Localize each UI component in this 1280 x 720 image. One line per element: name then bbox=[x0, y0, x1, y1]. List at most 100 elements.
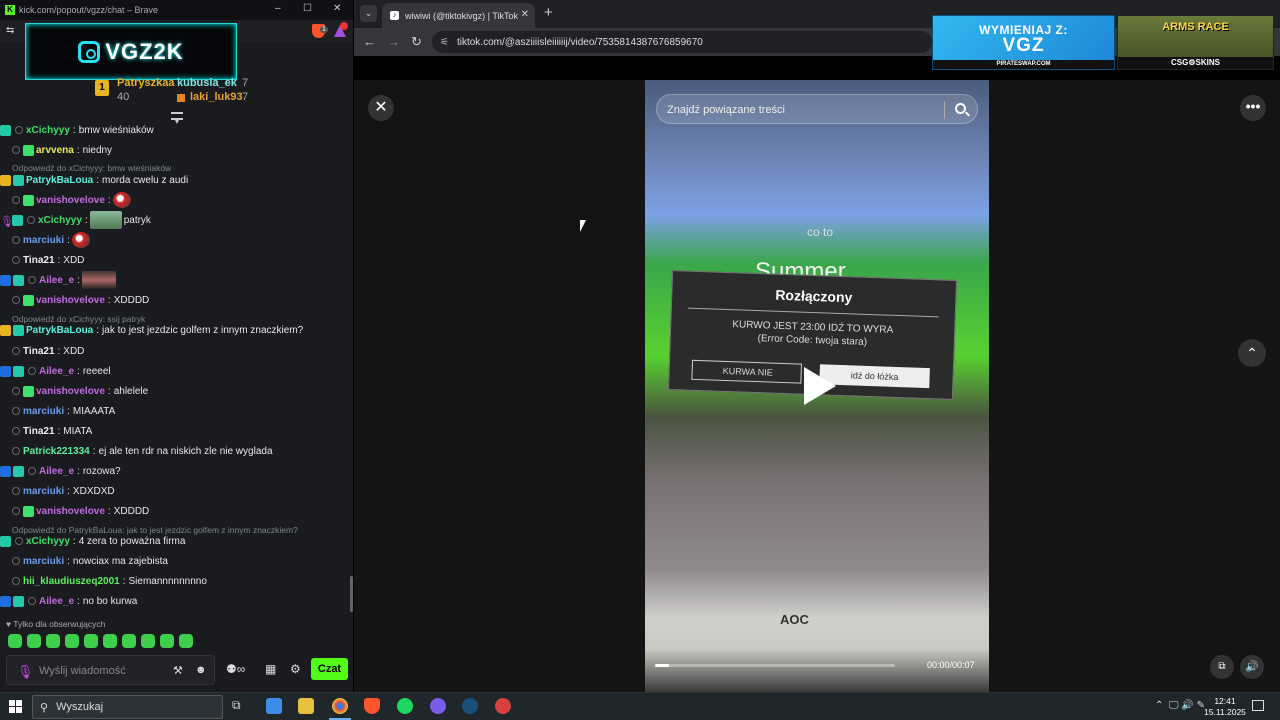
emote-icon[interactable] bbox=[84, 634, 98, 648]
chat-username[interactable]: PatrykBaLoua bbox=[26, 325, 93, 336]
chat-scrollbar[interactable] bbox=[350, 576, 353, 612]
emote-icon[interactable] bbox=[65, 634, 79, 648]
chat-username[interactable]: Patrick221334 bbox=[23, 446, 90, 457]
chat-message: marciuki: XDXDXD bbox=[0, 481, 350, 501]
reload-icon[interactable]: ↻ bbox=[411, 34, 422, 50]
minimize-button[interactable]: – bbox=[275, 3, 281, 14]
chat-username[interactable]: vanishovelove bbox=[36, 506, 105, 517]
file-explorer-icon[interactable] bbox=[298, 698, 314, 714]
emote-icon[interactable] bbox=[179, 634, 193, 648]
obs-icon[interactable] bbox=[495, 698, 511, 714]
emote-icon[interactable] bbox=[160, 634, 174, 648]
chat-username[interactable]: vanishovelove bbox=[36, 195, 105, 206]
subscriber-badge-icon bbox=[12, 487, 20, 495]
chat-username[interactable]: Tina21 bbox=[23, 346, 55, 357]
previous-video-button[interactable]: ⌃ bbox=[1238, 339, 1266, 367]
site-info-icon[interactable]: ⚟ bbox=[440, 37, 449, 48]
chrome-icon[interactable] bbox=[332, 698, 348, 714]
chat-username[interactable]: vanishovelove bbox=[36, 295, 105, 306]
chat-username[interactable]: marciuki bbox=[23, 486, 64, 497]
search-icon[interactable] bbox=[955, 103, 966, 114]
chat-username[interactable]: marciuki bbox=[23, 556, 64, 567]
chat-message: Tina21: XDD bbox=[0, 250, 350, 270]
subscriber-badge-icon bbox=[12, 256, 20, 264]
picture-in-picture-button[interactable]: ⧉ bbox=[1210, 655, 1234, 679]
close-video-button[interactable]: ✕ bbox=[368, 95, 394, 121]
chat-message: Ailee_e: rozowa? bbox=[0, 461, 350, 481]
chat-username[interactable]: arvvena bbox=[36, 145, 74, 156]
chat-message: 🎙 xCichyyy: patryk bbox=[0, 210, 350, 230]
related-search-input[interactable] bbox=[667, 101, 937, 119]
chat-window-title: kick.com/popout/vgzz/chat – Brave bbox=[19, 5, 159, 15]
volume-button[interactable]: 🔊 bbox=[1240, 655, 1264, 679]
chat-username[interactable]: PatrykBaLoua bbox=[26, 175, 93, 186]
moderator-badge-icon bbox=[0, 274, 11, 286]
chat-text: jak to jest jezdzic golfem z innym znacz… bbox=[102, 324, 304, 336]
leaderboard-name[interactable]: laki_luk93 bbox=[190, 91, 243, 103]
chat-username[interactable]: Ailee_e bbox=[39, 366, 74, 377]
more-options-button[interactable]: ••• bbox=[1240, 95, 1266, 121]
chat-username[interactable]: Tina21 bbox=[23, 426, 55, 437]
video-progress-bar[interactable] bbox=[655, 664, 895, 667]
windows-start-icon[interactable] bbox=[9, 700, 22, 713]
chat-username[interactable]: Tina21 bbox=[23, 255, 55, 266]
translate-icon[interactable]: ⚒ bbox=[173, 664, 183, 677]
leaderboard-name[interactable]: kubusia_ek bbox=[177, 77, 237, 89]
maximize-button[interactable]: ☐ bbox=[303, 3, 312, 14]
close-window-button[interactable]: ✕ bbox=[333, 3, 341, 14]
chat-message: vanishovelove: bbox=[0, 190, 350, 210]
microphone-icon[interactable]: 🎙 bbox=[17, 664, 34, 680]
discord-icon[interactable] bbox=[430, 698, 446, 714]
chat-message: Ailee_e: reeeel bbox=[0, 361, 350, 381]
forward-arrow-icon[interactable]: → bbox=[387, 34, 400, 49]
steam-icon[interactable] bbox=[462, 698, 478, 714]
task-view-icon[interactable]: ⧉ bbox=[232, 698, 248, 714]
chat-message-input[interactable] bbox=[39, 662, 169, 680]
ad-banner-arms-race[interactable]: ARMS RACE CSG⚙SKINS bbox=[1117, 15, 1274, 70]
chat-username[interactable]: hii_klaudiuszeq2001 bbox=[23, 576, 120, 587]
subscriber-badge-icon bbox=[12, 447, 20, 455]
notifications-icon[interactable] bbox=[1252, 700, 1264, 711]
settings-gear-icon[interactable]: ⚙ bbox=[290, 662, 301, 676]
emoji-icon[interactable]: ☻ bbox=[195, 664, 207, 676]
store-icon[interactable]: ▦ bbox=[265, 662, 276, 676]
new-tab-button[interactable]: + bbox=[544, 4, 553, 21]
emote-icon[interactable] bbox=[27, 634, 41, 648]
play-icon[interactable] bbox=[804, 367, 836, 405]
chat-username[interactable]: xCichyyy bbox=[26, 536, 70, 547]
system-tray-icons[interactable]: ⌃ 🖵 🔊 ✎ bbox=[1155, 700, 1205, 711]
chat-message: arvvena: niedny bbox=[0, 140, 350, 160]
ad-banner-vgz[interactable]: WYMIENIAJ Z: VGZ PIRATESWAP.COM bbox=[932, 15, 1115, 70]
brave-icon[interactable] bbox=[364, 698, 380, 714]
chat-username[interactable]: marciuki bbox=[23, 406, 64, 417]
subscriber-badge-icon bbox=[28, 467, 36, 475]
spotify-icon[interactable] bbox=[397, 698, 413, 714]
emote-icon[interactable] bbox=[103, 634, 117, 648]
taskbar-search[interactable]: ⚲ Wyszukaj bbox=[32, 695, 223, 719]
tab-search-button[interactable]: ⌄ bbox=[360, 5, 377, 22]
emote-icon[interactable] bbox=[46, 634, 60, 648]
address-bar[interactable]: ⚟ tiktok.com/@asziiiisleiiiiiij/video/75… bbox=[432, 31, 932, 53]
taskbar-clock[interactable]: 12:41 15.11.2025 bbox=[1204, 696, 1246, 718]
tune-icon[interactable]: ⇆ bbox=[6, 25, 14, 36]
tab-title: wiwiwi (@tiktokivgz) | TikTok bbox=[405, 10, 518, 21]
tiktok-icon: ♪ bbox=[390, 11, 399, 20]
chat-username[interactable]: vanishovelove bbox=[36, 386, 105, 397]
chat-username[interactable]: Ailee_e bbox=[39, 596, 74, 607]
search-icon: ⚲ bbox=[40, 701, 49, 714]
back-arrow-icon[interactable]: ← bbox=[363, 34, 376, 49]
chat-username[interactable]: xCichyyy bbox=[26, 125, 70, 136]
chat-username[interactable]: marciuki bbox=[23, 235, 64, 246]
tab-tiktok[interactable]: ♪ wiwiwi (@tiktokivgz) | TikTok ✕ bbox=[382, 3, 535, 28]
send-chat-button[interactable]: Czat bbox=[311, 658, 348, 680]
weather-icon[interactable] bbox=[266, 698, 282, 714]
emote-icon[interactable] bbox=[8, 634, 22, 648]
emote-icon[interactable] bbox=[122, 634, 136, 648]
emote-icon[interactable] bbox=[141, 634, 155, 648]
chat-username[interactable]: Ailee_e bbox=[39, 275, 74, 286]
points-icon[interactable]: ⚉∞ bbox=[226, 662, 245, 676]
leaderboard-name[interactable]: Patryszkaa bbox=[117, 77, 175, 89]
chat-username[interactable]: Ailee_e bbox=[39, 466, 74, 477]
close-tab-icon[interactable]: ✕ bbox=[521, 9, 529, 20]
chat-username[interactable]: xCichyyy bbox=[38, 215, 82, 226]
